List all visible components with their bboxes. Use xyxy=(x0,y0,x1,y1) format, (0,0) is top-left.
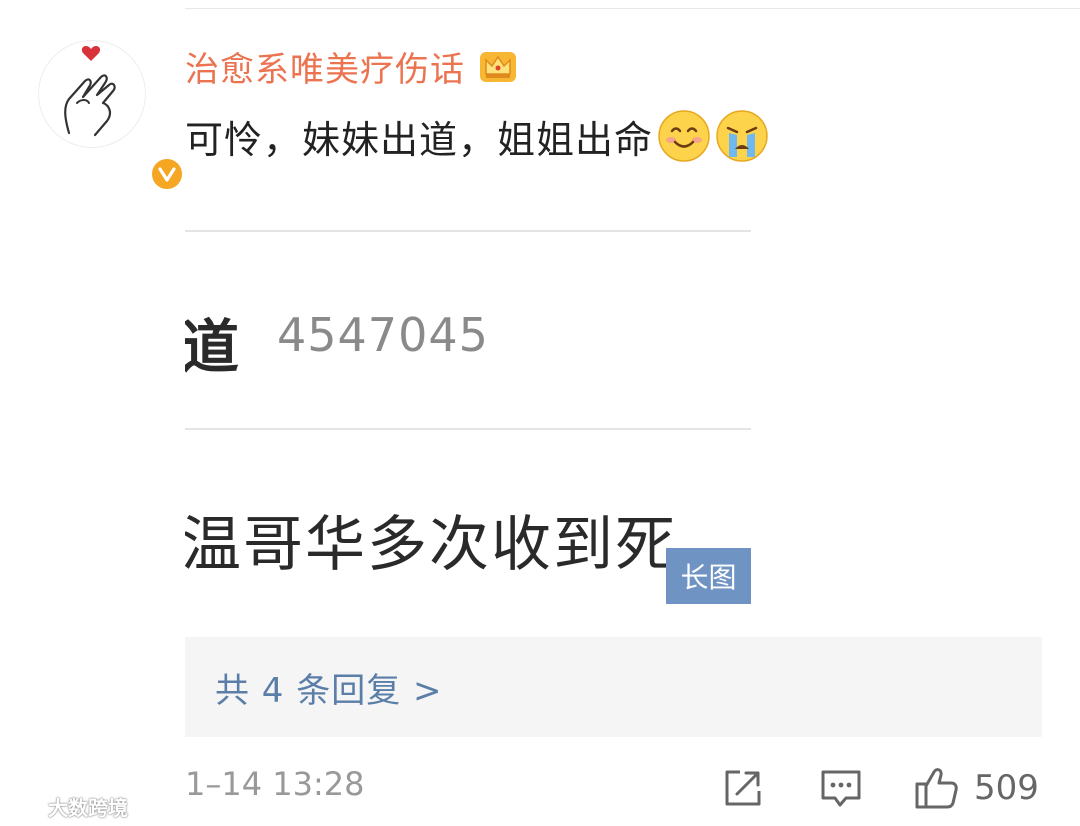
like-button[interactable]: 509 xyxy=(912,762,1039,814)
thumbs-up-icon xyxy=(915,768,958,809)
comment-row: 可怜，妹妹出道，姐姐出命 xyxy=(185,106,769,166)
username-row: 治愈系唯美疗伤话 xyxy=(185,40,519,92)
timestamp: 1–14 13:28 xyxy=(185,765,365,803)
share-button[interactable] xyxy=(720,762,766,814)
watermark-logo-icon xyxy=(10,798,45,814)
watermark-text: 大数跨境 xyxy=(48,795,128,820)
image-line1-text: 道 xyxy=(185,313,240,381)
comment-button[interactable] xyxy=(818,762,864,814)
top-divider xyxy=(185,8,1080,9)
watermark: 大数跨境 xyxy=(8,792,128,820)
image-line1-number: 4547045 xyxy=(277,308,489,362)
finger-heart-icon xyxy=(64,46,116,137)
crown-icon[interactable] xyxy=(477,46,519,86)
comment-icon xyxy=(821,770,861,807)
image-divider xyxy=(185,230,751,232)
username[interactable]: 治愈系唯美疗伤话 xyxy=(185,42,465,91)
crying-emoji-icon xyxy=(716,110,768,162)
comment-text: 可怜，妹妹出道，姐姐出命 xyxy=(185,117,654,162)
image-divider xyxy=(185,428,751,430)
verified-badge-icon xyxy=(149,156,185,192)
image-line2-text: 温哥华多次收到死 xyxy=(185,510,677,580)
attached-image[interactable]: 道 4547045 温哥华多次收到死 长图 xyxy=(185,226,751,604)
share-icon xyxy=(725,770,761,806)
view-replies-link[interactable]: 共 4 条回复 > xyxy=(215,637,443,737)
long-image-badge: 长图 xyxy=(666,548,751,604)
avatar[interactable] xyxy=(38,40,185,192)
smile-emoji-icon xyxy=(658,110,710,162)
replies-box[interactable]: 共 4 条回复 > xyxy=(185,637,1042,737)
like-count: 509 xyxy=(974,768,1039,808)
